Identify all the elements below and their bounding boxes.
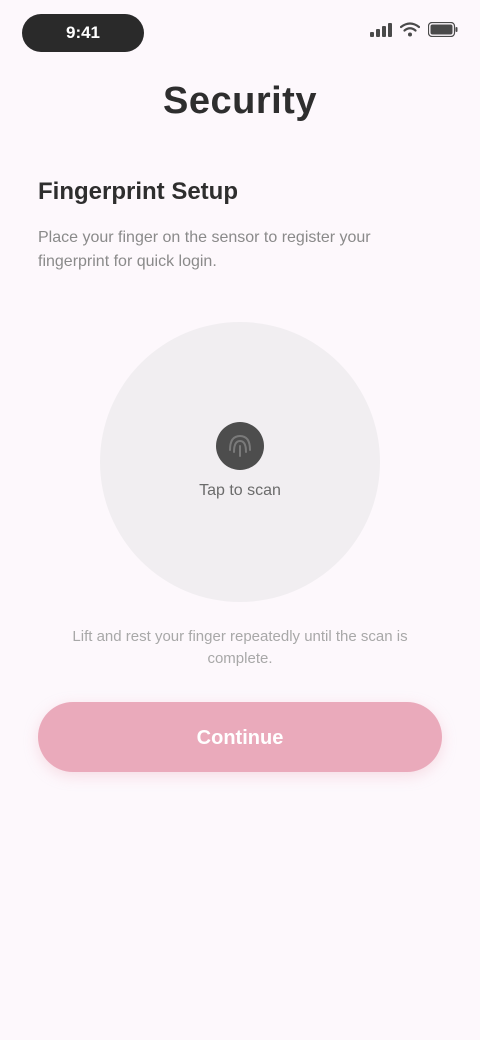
wifi-icon bbox=[400, 22, 420, 37]
status-bar: 9:41 bbox=[22, 10, 458, 52]
status-icons bbox=[370, 22, 458, 37]
page-title: Security bbox=[163, 80, 317, 122]
continue-button[interactable]: Continue bbox=[38, 702, 442, 772]
battery-icon bbox=[428, 22, 458, 37]
app-screen: 9:41 Security Fingerprint Setup Place yo… bbox=[0, 0, 480, 1040]
fingerprint-icon bbox=[216, 422, 264, 470]
hint-text: Lift and rest your finger repeatedly unt… bbox=[72, 628, 408, 667]
section-heading: Fingerprint Setup bbox=[38, 178, 238, 205]
scan-label: Tap to scan bbox=[199, 482, 281, 499]
signal-icon bbox=[370, 22, 392, 37]
section-description: Place your finger on the sensor to regis… bbox=[38, 229, 371, 270]
fingerprint-scan-area[interactable]: Tap to scan bbox=[100, 322, 380, 602]
status-time: 9:41 bbox=[22, 14, 144, 52]
